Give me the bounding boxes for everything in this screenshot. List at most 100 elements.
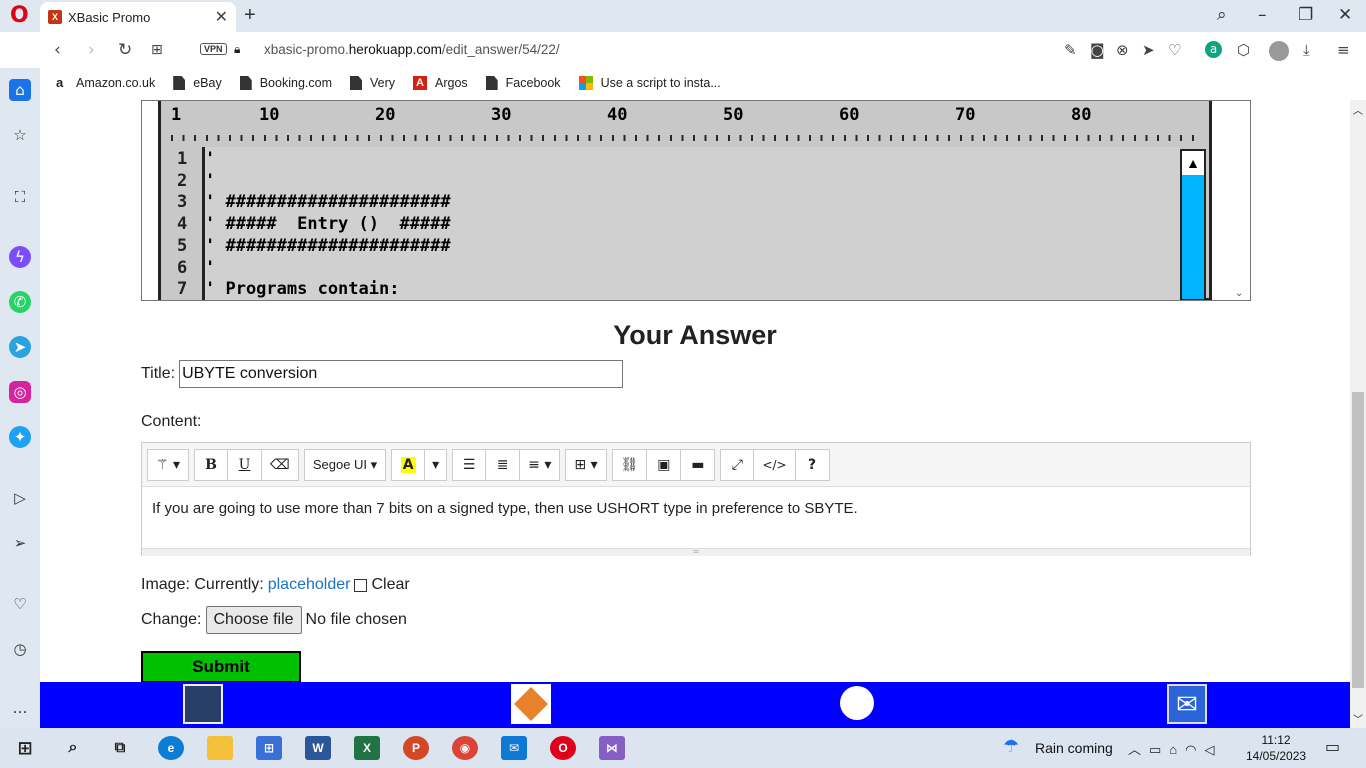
help-icon[interactable]: ? [795,448,830,481]
image-icon[interactable]: ▣ [647,448,682,481]
system-tray-icons[interactable]: ︿▭⌂◠◁ [1128,739,1222,758]
minimize-button[interactable]: – [1258,5,1267,25]
table-icon[interactable]: ⊞ ▾ [565,448,607,481]
url-field[interactable]: xbasic-promo.herokuapp.com/edit_answer/5… [264,42,560,57]
code-line: ' ###################### [205,235,451,256]
scroll-down-icon[interactable]: ﹀ [1353,711,1363,726]
choose-file-button[interactable]: Choose file [205,606,302,634]
speed-dial-icon[interactable]: ☆ [9,124,31,146]
magic-wand-icon[interactable]: ⚚ ▾ [147,448,190,481]
bookmark-booking[interactable]: Booking.com [239,76,332,90]
aria-icon[interactable]: a [1205,41,1222,58]
opera-logo-icon[interactable]: O [10,4,32,28]
bookmark-ebay[interactable]: eBay [173,76,222,90]
restore-button[interactable]: ❐ [1298,5,1313,25]
link-icon[interactable]: ⛓ [611,448,648,481]
tabs-grid-icon[interactable]: ⊞ [151,42,163,58]
close-window-button[interactable]: ✕ [1338,5,1352,25]
word-icon[interactable]: W [305,736,331,760]
weather-text[interactable]: Rain coming [1035,740,1113,756]
snapshot-icon[interactable]: ◙ [1090,41,1105,59]
resize-handle[interactable]: ═ [142,548,1250,556]
eraser-icon[interactable]: ⌫ [262,448,299,481]
telegram-icon[interactable]: ➤ [9,336,31,358]
twitter-icon[interactable]: ✦ [9,426,31,448]
edge-icon[interactable]: e [158,736,184,760]
bookmark-amazon[interactable]: a Amazon.co.uk [56,76,155,91]
search-icon[interactable]: ⌕ [60,736,86,760]
xbasic-logo-icon[interactable] [183,684,223,724]
history-icon[interactable]: ◷ [9,638,31,660]
numbered-list-icon[interactable]: ≣ [486,448,521,481]
text-color-button[interactable]: A [391,448,426,481]
video-icon[interactable]: ▬ [681,448,716,481]
color-dropdown-icon[interactable]: ▾ [425,448,448,481]
extensions-cube-icon[interactable]: ⬡ [1237,41,1250,59]
opera-taskbar-icon[interactable]: O [550,736,576,760]
title-input[interactable] [179,360,624,388]
fullscreen-icon[interactable]: ⤢ [720,448,755,481]
lock-icon[interactable]: 🔒︎ [234,42,240,57]
code-line: ' Programs contain: [205,279,400,300]
underline-button[interactable]: U [228,448,263,481]
powerpoint-icon[interactable]: P [403,736,429,760]
clock[interactable]: 11:12 14/05/2023 [1246,732,1306,764]
back-icon[interactable]: ‹ [54,40,61,60]
task-view-icon[interactable]: ⧉ [107,736,133,760]
flow-icon[interactable]: ➢ [9,532,31,554]
scroll-down-icon[interactable]: ⌄ [1235,288,1243,299]
embed-scrollbar[interactable]: ⌄ [1230,101,1250,300]
ad-block-icon[interactable]: ⊗ [1116,41,1129,59]
align-icon[interactable]: ≡ ▾ [520,448,561,481]
heart-icon[interactable]: ♡ [1168,41,1181,59]
bullet-list-icon[interactable]: ☰ [452,448,487,481]
more-icon[interactable]: … [9,697,31,719]
submit-button[interactable]: Submit [141,651,301,682]
close-tab-icon[interactable]: ✕ [215,7,228,27]
bold-button[interactable]: B [194,448,229,481]
bookmark-facebook[interactable]: Facebook [485,76,561,90]
image-link[interactable]: placeholder [268,576,351,594]
search-tabs-icon[interactable]: ⌕ [1217,5,1227,25]
menu-icon[interactable]: ≡ [1337,41,1350,59]
code-view-icon[interactable]: </> [754,448,796,481]
home-icon[interactable]: ⌂ [9,79,31,101]
edit-icon[interactable]: ✎ [1064,41,1077,59]
mail-icon[interactable]: ✉ [1167,684,1207,724]
send-icon[interactable]: ➤ [1142,41,1155,59]
page-icon [239,76,252,90]
new-tab-button[interactable]: + [244,4,256,27]
bookmarks-heart-icon[interactable]: ♡ [9,593,31,615]
instagram-icon[interactable]: ◎ [9,381,31,403]
weather-icon[interactable]: ☂ [1003,736,1019,757]
browser-tab[interactable]: X XBasic Promo ✕ [40,2,236,32]
windows-start-icon[interactable]: ⊞ [12,736,38,760]
editor-content[interactable]: If you are going to use more than 7 bits… [142,486,1250,548]
scrollbar-thumb[interactable] [1352,392,1364,688]
forward-icon[interactable]: › [88,40,95,60]
bookmark-argos[interactable]: A Argos [413,76,468,90]
player-icon[interactable]: ▷ [9,487,31,509]
excel-icon[interactable]: X [354,736,380,760]
reload-icon[interactable]: ↻ [118,40,132,60]
messenger-icon[interactable]: ϟ [9,246,31,268]
font-family-select[interactable]: Segoe UI ▾ [303,448,387,481]
chrome-icon[interactable]: ◉ [452,736,478,760]
download-icon[interactable]: ⤓ [1303,41,1310,59]
scroll-up-icon[interactable]: ︿ [1353,102,1363,117]
mail-app-icon[interactable]: ✉ [501,736,527,760]
store-icon[interactable]: ⊞ [256,736,282,760]
visual-studio-icon[interactable]: ⋈ [599,736,625,760]
github-icon[interactable] [840,686,874,720]
page-scrollbar[interactable]: ︿ ﹀ [1350,100,1366,728]
clear-checkbox[interactable] [354,578,368,592]
whatsapp-icon[interactable]: ✆ [9,291,31,313]
shopping-icon[interactable]: ⛶ [9,186,31,208]
bookmark-very[interactable]: Very [349,76,395,90]
notifications-icon[interactable]: ▭ [1325,737,1340,757]
bookmark-script[interactable]: Use a script to insta... [578,76,721,90]
vpn-badge[interactable]: VPN [200,43,227,55]
sourceforge-icon[interactable] [511,684,551,724]
file-explorer-icon[interactable] [207,736,233,760]
profile-avatar[interactable] [1269,41,1289,61]
